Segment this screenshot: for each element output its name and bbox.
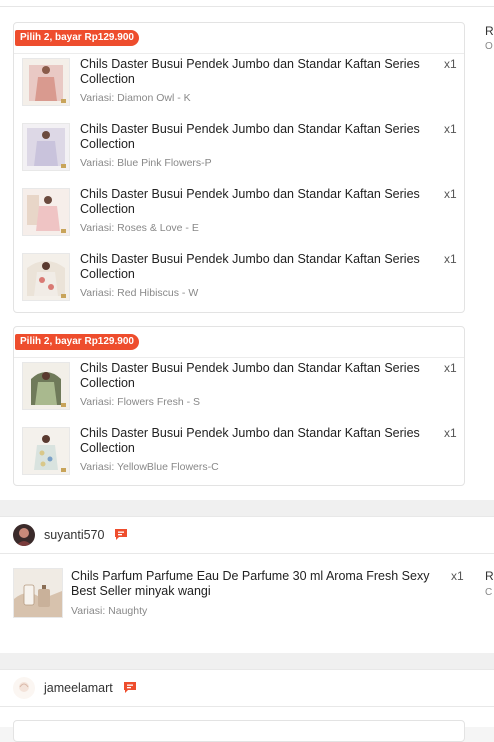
product-quantity: x1 (451, 569, 464, 583)
list-item[interactable]: Chils Daster Busui Pendek Jumbo dan Stan… (14, 358, 464, 423)
bundle-group-2: Pilih 2, bayar Rp129.900 Chils Daster Bu… (13, 326, 465, 486)
shop-header-1[interactable]: suyanti570 (0, 516, 494, 554)
product-name[interactable]: Chils Daster Busui Pendek Jumbo dan Stan… (80, 122, 440, 152)
product-thumbnail[interactable] (22, 188, 70, 236)
product-quantity: x1 (444, 122, 457, 136)
product-name[interactable]: Chils Parfum Parfume Eau De Parfume 30 m… (71, 569, 443, 599)
product-name[interactable]: Chils Daster Busui Pendek Jumbo dan Stan… (80, 57, 440, 87)
product-variant: Variasi: Red Hibiscus - W (80, 287, 199, 299)
right-column-sublabel: C (485, 587, 493, 598)
product-variant: Variasi: Roses & Love - E (80, 222, 199, 234)
chat-icon[interactable] (123, 681, 137, 694)
product-thumbnail[interactable] (22, 362, 70, 410)
right-column-label: R (485, 24, 494, 38)
chat-icon[interactable] (114, 528, 128, 541)
avatar[interactable] (13, 677, 35, 699)
product-variant: Variasi: Blue Pink Flowers-P (80, 157, 212, 169)
shop-header-2[interactable]: jameelamart (0, 669, 494, 707)
product-variant: Variasi: Flowers Fresh - S (80, 396, 200, 408)
section-divider (0, 653, 494, 669)
bundle-header: Pilih 2, bayar Rp129.900 (14, 23, 464, 54)
list-item[interactable]: Chils Daster Busui Pendek Jumbo dan Stan… (14, 423, 464, 488)
product-name[interactable]: Chils Daster Busui Pendek Jumbo dan Stan… (80, 426, 440, 456)
section-divider (0, 500, 494, 516)
product-thumbnail[interactable] (13, 568, 63, 618)
product-quantity: x1 (444, 426, 457, 440)
product-quantity: x1 (444, 252, 457, 266)
product-quantity: x1 (444, 187, 457, 201)
list-item[interactable]: Chils Daster Busui Pendek Jumbo dan Stan… (14, 184, 464, 249)
list-item[interactable]: Chils Daster Busui Pendek Jumbo dan Stan… (14, 249, 464, 314)
product-variant: Variasi: Diamon Owl - K (80, 92, 191, 104)
list-item[interactable]: Chils Daster Busui Pendek Jumbo dan Stan… (14, 119, 464, 184)
top-divider (0, 6, 494, 7)
product-name[interactable]: Chils Daster Busui Pendek Jumbo dan Stan… (80, 252, 440, 282)
product-quantity: x1 (444, 57, 457, 71)
product-variant: Variasi: Naughty (71, 605, 148, 617)
bundle-group-1: Pilih 2, bayar Rp129.900 Chils Daster Bu… (13, 22, 465, 313)
product-name[interactable]: Chils Daster Busui Pendek Jumbo dan Stan… (80, 361, 440, 391)
order-panel: R O Pilih 2, bayar Rp129.900 Chils Daste… (0, 0, 494, 742)
product-thumbnail[interactable] (22, 58, 70, 106)
product-variant: Variasi: YellowBlue Flowers-C (80, 461, 219, 473)
right-column-label: R (485, 569, 494, 583)
bundle-promo-badge[interactable]: Pilih 2, bayar Rp129.900 (15, 30, 139, 46)
product-thumbnail[interactable] (22, 253, 70, 301)
right-column-sublabel: O (485, 41, 493, 52)
list-item[interactable]: Chils Daster Busui Pendek Jumbo dan Stan… (14, 54, 464, 119)
bundle-promo-badge[interactable]: Pilih 2, bayar Rp129.900 (15, 334, 139, 350)
product-thumbnail[interactable] (22, 427, 70, 475)
product-quantity: x1 (444, 361, 457, 375)
product-thumbnail[interactable] (22, 123, 70, 171)
next-bundle-card (13, 720, 465, 742)
shop-item-section: Chils Parfum Parfume Eau De Parfume 30 m… (0, 553, 494, 653)
bundle-header: Pilih 2, bayar Rp129.900 (14, 327, 464, 358)
shop-name[interactable]: suyanti570 (44, 528, 104, 542)
shop-name[interactable]: jameelamart (44, 681, 113, 695)
product-name[interactable]: Chils Daster Busui Pendek Jumbo dan Stan… (80, 187, 440, 217)
avatar[interactable] (13, 524, 35, 546)
